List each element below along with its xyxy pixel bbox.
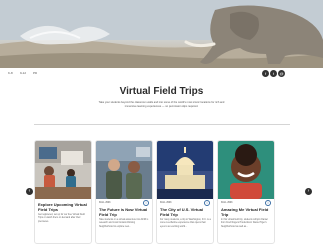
card-title[interactable]: The City of U.S. Virtual Field Trip: [160, 207, 210, 217]
page-intro: Take your students beyond the classroom …: [98, 101, 225, 108]
subnav-link-pd[interactable]: PD: [33, 71, 37, 75]
info-icon[interactable]: i: [204, 200, 210, 206]
card-title[interactable]: The Future is Now Virtual Field Trip: [99, 207, 149, 217]
card-description: For many students, a trip to Washington,…: [160, 219, 211, 228]
card-category: FALL 2023: [221, 202, 233, 204]
card-image-child: [218, 141, 274, 199]
card-image-capitol: [157, 141, 213, 199]
trip-card-upcoming[interactable]: Explore Upcoming Virtual Field Trips Get…: [34, 140, 92, 244]
carousel-next-button[interactable]: ›: [305, 188, 312, 195]
card-image-pilots: [96, 141, 152, 199]
page-title: Virtual Field Trips: [119, 86, 204, 97]
card-category: FALL 2023: [99, 202, 111, 204]
card-title[interactable]: Amazing Me Virtual Field Trip: [221, 207, 271, 217]
info-icon[interactable]: i: [265, 200, 271, 206]
trip-card-future-is-now[interactable]: FALL 2023 i The Future is Now Virtual Fi…: [95, 140, 153, 244]
twitter-icon[interactable]: t: [270, 70, 277, 77]
section-divider: [34, 124, 290, 125]
carousel-prev-button[interactable]: ‹: [26, 188, 33, 195]
card-description: Get registered, set up for our free Virt…: [38, 214, 85, 223]
info-icon[interactable]: i: [143, 200, 149, 206]
card-title[interactable]: Explore Upcoming Virtual Field Trips: [38, 202, 88, 212]
subnav-link-9-12[interactable]: 9-12: [20, 71, 26, 75]
subnav-link-k8[interactable]: K-8: [8, 71, 13, 75]
trip-card-amazing-me[interactable]: FALL 2023 i Amazing Me Virtual Field Tri…: [217, 140, 275, 244]
card-description: In this virtual field trip, students wil…: [221, 219, 268, 228]
hero-banner: [0, 0, 323, 68]
card-image-classroom: [35, 141, 91, 199]
facebook-icon[interactable]: f: [262, 70, 269, 77]
card-description: Take students on a virtual adventure int…: [99, 219, 149, 228]
trip-card-city-of-us[interactable]: FALL 2023 i The City of U.S. Virtual Fie…: [156, 140, 214, 244]
sub-navigation: K-8 9-12 PD f t @: [0, 68, 323, 81]
card-category: FALL 2023: [160, 202, 172, 204]
hero-elephant-image: [0, 0, 323, 68]
email-icon[interactable]: @: [278, 70, 285, 77]
